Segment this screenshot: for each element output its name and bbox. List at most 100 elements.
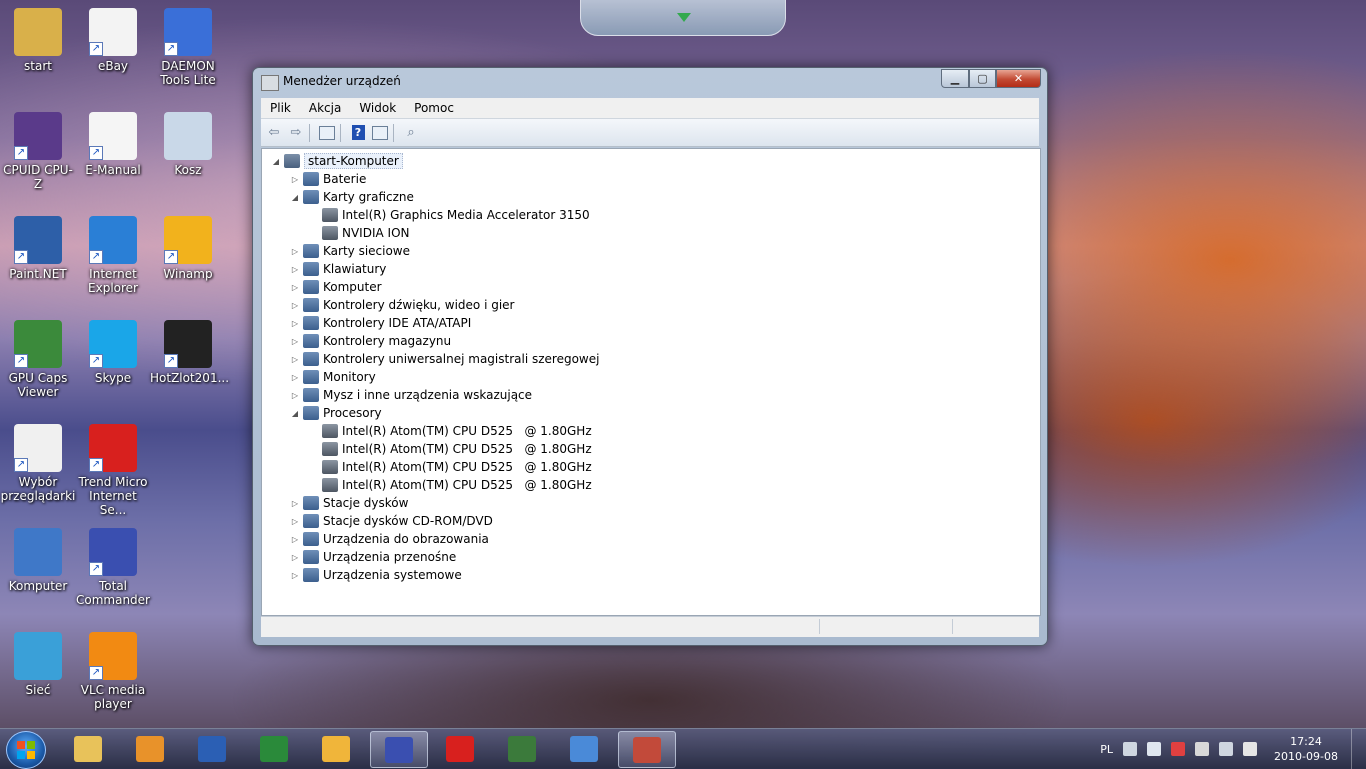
tree-item[interactable]: Intel(R) Atom(TM) CPU D525 @ 1.80GHz <box>309 458 592 476</box>
maximize-button[interactable]: ▢ <box>969 69 996 88</box>
view-icon[interactable] <box>371 125 389 141</box>
taskbar-app-button[interactable] <box>308 731 364 766</box>
tree-item[interactable]: ▷ Kontrolery uniwersalnej magistrali szer… <box>290 350 599 368</box>
scan-hardware-icon[interactable]: ⌕ <box>402 125 420 141</box>
device-tree[interactable]: ◢ start-Komputer ▷ Baterie ◢ Karty graficzne I… <box>261 148 1041 616</box>
tree-item[interactable]: ▷ Urządzenia systemowe <box>290 566 462 584</box>
desktop-icon[interactable]: ↗ GPU Caps Viewer <box>0 320 76 399</box>
taskbar-app-button[interactable] <box>122 731 178 766</box>
desktop-icon[interactable]: ↗ Total Commander <box>75 528 151 607</box>
expand-arrow-icon[interactable]: ▷ <box>290 571 300 580</box>
taskbar-app-button[interactable] <box>370 731 428 768</box>
close-button[interactable]: ✕ <box>996 69 1041 88</box>
desktop-icon[interactable]: ↗ Skype <box>75 320 151 385</box>
show-hidden-icons-icon[interactable] <box>1147 742 1161 756</box>
clock[interactable]: 17:24 2010-09-08 <box>1267 734 1345 764</box>
show-desktop-button[interactable] <box>1351 729 1366 769</box>
expand-arrow-icon[interactable]: ▷ <box>290 535 300 544</box>
desktop-icon[interactable]: ↗ DAEMON Tools Lite <box>150 8 226 87</box>
tree-item[interactable]: ◢ Karty graficzne <box>290 188 414 206</box>
desktop-icon[interactable]: ↗ Paint.NET <box>0 216 76 281</box>
tree-item[interactable]: Intel(R) Atom(TM) CPU D525 @ 1.80GHz <box>309 476 592 494</box>
desktop-icon[interactable]: ↗ Internet Explorer <box>75 216 151 295</box>
desktop-icon[interactable]: ↗ VLC media player <box>75 632 151 711</box>
expand-arrow-icon[interactable]: ▷ <box>290 247 300 256</box>
expand-arrow-icon[interactable]: ▷ <box>290 283 300 292</box>
desktop-icon[interactable]: Sieć <box>0 632 76 697</box>
taskbar-app-button[interactable] <box>618 731 676 768</box>
desktop-icon[interactable]: ↗ CPUID CPU-Z <box>0 112 76 191</box>
expand-arrow-icon[interactable]: ▷ <box>290 265 300 274</box>
tree-item[interactable]: ▷ Monitory <box>290 368 376 386</box>
tree-item[interactable]: ▷ Kontrolery dźwięku, wideo i gier <box>290 296 514 314</box>
start-button[interactable] <box>6 731 46 769</box>
collapse-arrow-icon[interactable]: ◢ <box>290 409 300 418</box>
desktop-icon[interactable]: ↗ E-Manual <box>75 112 151 177</box>
expand-arrow-icon[interactable]: ▷ <box>290 553 300 562</box>
tree-item[interactable]: ◢ Procesory <box>290 404 382 422</box>
expand-arrow-icon[interactable]: ▷ <box>290 373 300 382</box>
signal-icon[interactable] <box>1219 742 1233 756</box>
help-icon[interactable]: ? <box>349 125 367 141</box>
menu-widok[interactable]: Widok <box>350 101 405 115</box>
desktop-icon[interactable]: start <box>0 8 76 73</box>
expand-arrow-icon[interactable]: ▷ <box>290 301 300 310</box>
taskbar-app-button[interactable] <box>432 731 488 766</box>
keyboard-icon[interactable] <box>1123 742 1137 756</box>
collapse-arrow-icon[interactable]: ◢ <box>290 193 300 202</box>
desktop-icon[interactable]: Kosz <box>150 112 226 177</box>
tree-item[interactable]: Intel(R) Atom(TM) CPU D525 @ 1.80GHz <box>309 440 592 458</box>
desktop-icon[interactable]: ↗ Wybór przeglądarki <box>0 424 76 503</box>
tree-item[interactable]: ▷ Mysz i inne urządzenia wskazujące <box>290 386 532 404</box>
tree-item[interactable]: ▷ Karty sieciowe <box>290 242 410 260</box>
expand-arrow-icon[interactable] <box>677 13 691 22</box>
network-error-icon[interactable] <box>1171 742 1185 756</box>
expand-arrow-icon[interactable]: ▷ <box>290 337 300 346</box>
desktop-icon[interactable]: ↗ Trend Micro Internet Se... <box>75 424 151 517</box>
menu-pomoc[interactable]: Pomoc <box>405 101 463 115</box>
expand-arrow-icon[interactable]: ▷ <box>290 175 300 184</box>
collapse-arrow-icon[interactable]: ◢ <box>271 157 281 166</box>
device-icon <box>303 568 319 582</box>
taskbar-app-button[interactable] <box>246 731 302 766</box>
expand-arrow-icon[interactable]: ▷ <box>290 517 300 526</box>
menu-plik[interactable]: Plik <box>261 101 300 115</box>
volume-icon[interactable] <box>1243 742 1257 756</box>
tree-item[interactable]: ▷ Klawiatury <box>290 260 386 278</box>
desktop-icon[interactable]: ↗ Winamp <box>150 216 226 281</box>
tree-item[interactable]: NVIDIA ION <box>309 224 410 242</box>
tree-item[interactable]: ▷ Baterie <box>290 170 366 188</box>
tree-item[interactable]: ▷ Urządzenia przenośne <box>290 548 456 566</box>
language-indicator[interactable]: PL <box>1100 743 1113 756</box>
tree-item[interactable]: ▷ Urządzenia do obrazowania <box>290 530 489 548</box>
taskbar-app-button[interactable] <box>494 731 550 766</box>
power-icon[interactable] <box>1195 742 1209 756</box>
top-gadget[interactable] <box>580 0 786 36</box>
tree-root[interactable]: ◢ start-Komputer <box>271 152 403 170</box>
tree-item[interactable]: ▷ Stacje dysków CD-ROM/DVD <box>290 512 493 530</box>
back-arrow-icon[interactable]: ⇦ <box>265 125 283 141</box>
daemon-tools-icon: ↗ <box>164 8 212 56</box>
desktop-icon[interactable]: Komputer <box>0 528 76 593</box>
device-manager-window[interactable]: Menedżer urządzeń ▁ ▢ ✕ Plik Akcja Widok… <box>252 67 1048 646</box>
expand-arrow-icon[interactable]: ▷ <box>290 391 300 400</box>
expand-arrow-icon[interactable]: ▷ <box>290 319 300 328</box>
tree-item[interactable]: ▷ Stacje dysków <box>290 494 408 512</box>
menu-akcja[interactable]: Akcja <box>300 101 350 115</box>
minimize-button[interactable]: ▁ <box>941 69 969 88</box>
forward-arrow-icon[interactable]: ⇨ <box>287 125 305 141</box>
tree-item[interactable]: Intel(R) Graphics Media Accelerator 3150 <box>309 206 590 224</box>
desktop-icon[interactable]: ↗ HotZlot201... <box>150 320 229 385</box>
taskbar-app-button[interactable] <box>60 731 116 766</box>
properties-icon[interactable] <box>318 125 336 141</box>
tree-item[interactable]: ▷ Kontrolery IDE ATA/ATAPI <box>290 314 471 332</box>
taskbar-app-button[interactable] <box>184 731 240 766</box>
desktop-icon-label: start <box>24 59 52 73</box>
tree-item[interactable]: ▷ Kontrolery magazynu <box>290 332 451 350</box>
taskbar-app-button[interactable] <box>556 731 612 766</box>
tree-item[interactable]: Intel(R) Atom(TM) CPU D525 @ 1.80GHz <box>309 422 592 440</box>
expand-arrow-icon[interactable]: ▷ <box>290 355 300 364</box>
expand-arrow-icon[interactable]: ▷ <box>290 499 300 508</box>
desktop-icon[interactable]: ↗ eBay <box>75 8 151 73</box>
tree-item[interactable]: ▷ Komputer <box>290 278 382 296</box>
